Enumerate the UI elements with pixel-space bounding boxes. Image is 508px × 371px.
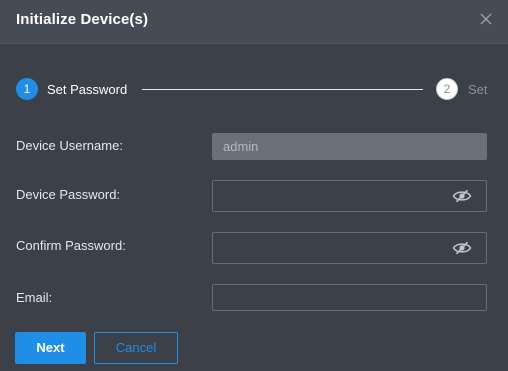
username-label: Device Username: (16, 138, 123, 153)
step-2-label: Set (468, 82, 488, 97)
close-icon[interactable] (478, 11, 494, 27)
step-1-label: Set Password (47, 82, 128, 97)
email-label: Email: (16, 290, 53, 305)
confirm-password-field-wrapper (212, 232, 487, 264)
password-field-wrapper (212, 180, 487, 212)
confirm-password-input[interactable] (213, 233, 486, 263)
dialog-title: Initialize Device(s) (16, 11, 149, 28)
email-field-wrapper (212, 284, 487, 311)
username-field-wrapper (212, 133, 487, 160)
eye-slash-icon[interactable] (452, 241, 472, 255)
password-input[interactable] (213, 181, 486, 211)
password-label: Device Password: (16, 187, 121, 202)
cancel-button[interactable]: Cancel (94, 332, 178, 364)
email-input[interactable] (213, 285, 486, 310)
confirm-password-label: Confirm Password: (16, 238, 126, 253)
step-2-badge: 2 (436, 78, 458, 100)
next-button[interactable]: Next (15, 332, 86, 364)
step-1-badge: 1 (16, 78, 38, 100)
step-indicator: 1 Set Password 2 Set (0, 78, 508, 102)
step-connector (142, 89, 423, 90)
eye-slash-icon[interactable] (452, 189, 472, 203)
username-input (213, 134, 486, 159)
initialize-device-dialog: Initialize Device(s) 1 Set Password 2 Se… (0, 0, 508, 371)
dialog-titlebar: Initialize Device(s) (0, 0, 508, 44)
